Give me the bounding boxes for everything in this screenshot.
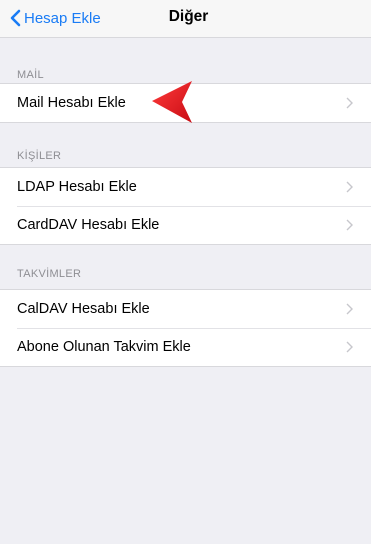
red-arrow-pointer-icon <box>152 81 192 123</box>
navigation-bar: Hesap Ekle Diğer <box>0 0 371 38</box>
list-item-add-subscribed-calendar[interactable]: Abone Olunan Takvim Ekle <box>0 328 371 366</box>
chevron-right-icon <box>346 181 353 193</box>
chevron-right-icon <box>346 341 353 353</box>
list-item-add-ldap-account[interactable]: LDAP Hesabı Ekle <box>0 168 371 206</box>
chevron-right-icon <box>346 303 353 315</box>
row-label: Mail Hesabı Ekle <box>17 95 126 111</box>
chevron-right-icon <box>346 97 353 109</box>
row-label: Abone Olunan Takvim Ekle <box>17 339 191 355</box>
row-label: CalDAV Hesabı Ekle <box>17 301 150 317</box>
calendars-group: CalDAV Hesabı Ekle Abone Olunan Takvim E… <box>0 289 371 367</box>
row-label: LDAP Hesabı Ekle <box>17 179 137 195</box>
section-header-mail: MAİL <box>17 69 44 81</box>
contacts-group: LDAP Hesabı Ekle CardDAV Hesabı Ekle <box>0 167 371 245</box>
list-item-add-carddav-account[interactable]: CardDAV Hesabı Ekle <box>0 206 371 244</box>
list-item-add-caldav-account[interactable]: CalDAV Hesabı Ekle <box>0 290 371 328</box>
row-label: CardDAV Hesabı Ekle <box>17 217 160 233</box>
page-title: Diğer <box>168 8 209 25</box>
section-header-calendars: TAKVİMLER <box>17 268 82 280</box>
section-header-contacts: KİŞİLER <box>17 150 62 162</box>
chevron-right-icon <box>346 219 353 231</box>
